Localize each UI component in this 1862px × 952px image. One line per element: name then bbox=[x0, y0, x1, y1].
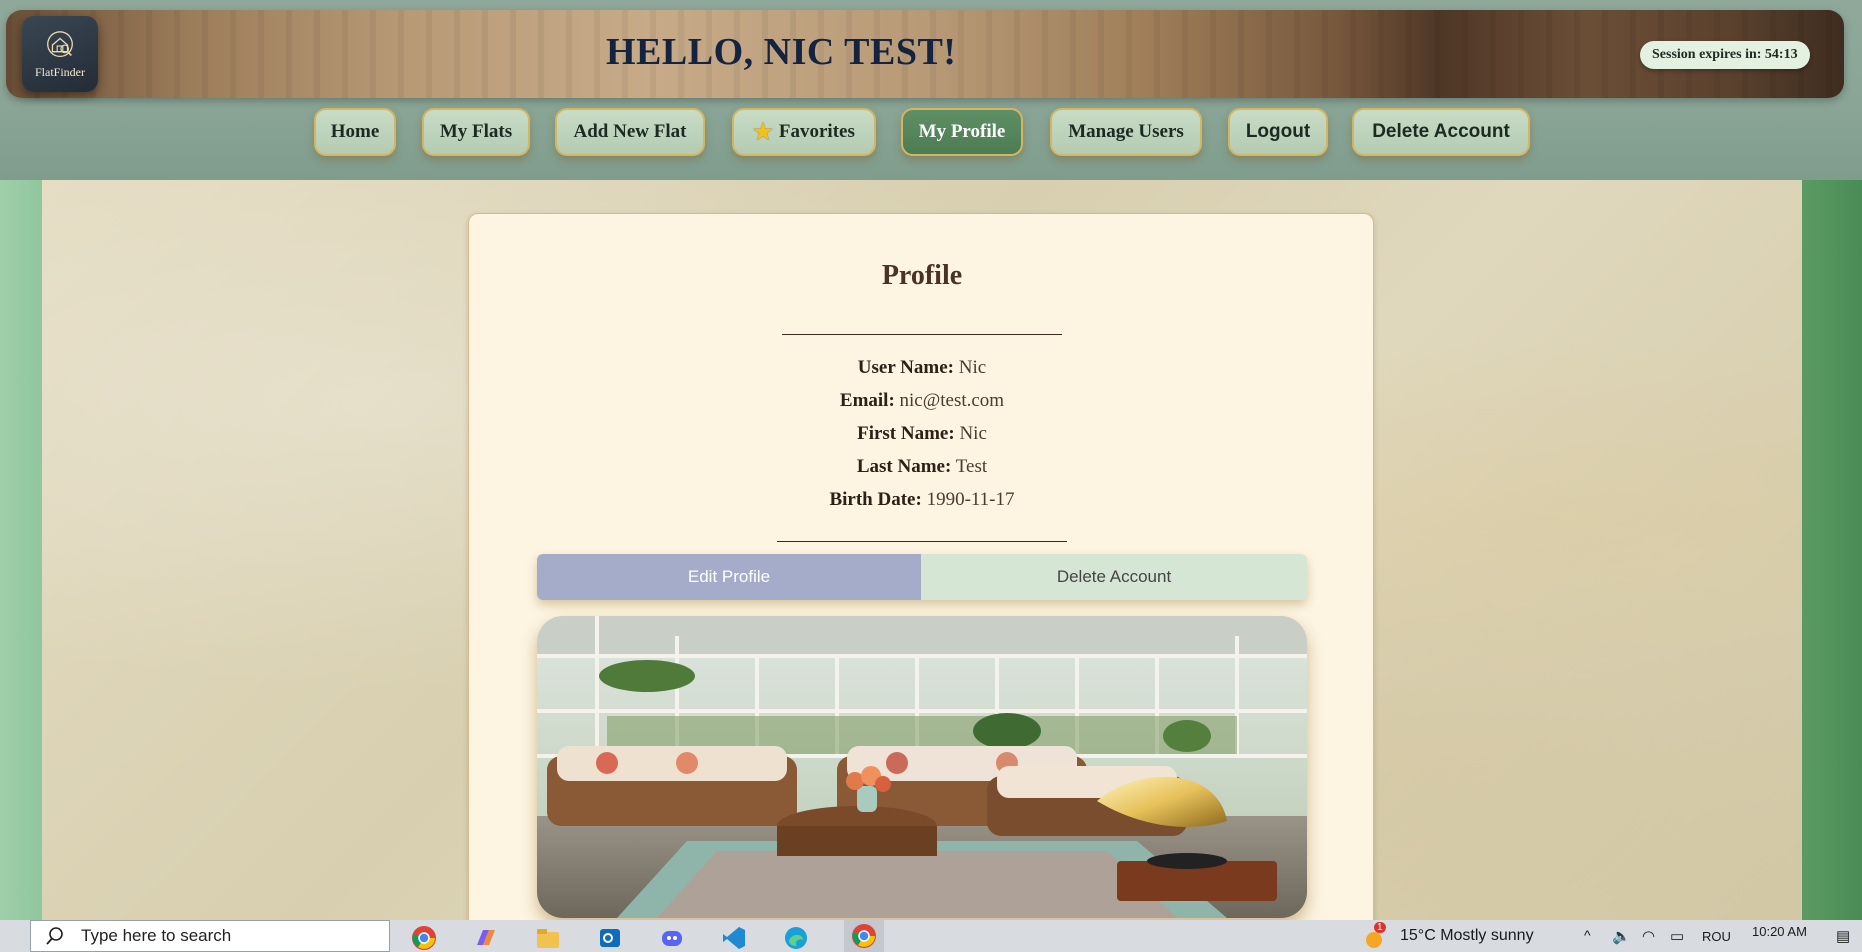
logo-text: FlatFinder bbox=[35, 64, 85, 79]
windows-taskbar: 1 15°C Mostly sunny ^ 🔈 ◠ ▭ ROU 10:20 AM… bbox=[0, 920, 1862, 952]
last-name-value: Test bbox=[955, 456, 988, 477]
username-value: Nic bbox=[958, 357, 987, 378]
language-indicator[interactable]: ROU bbox=[1702, 929, 1731, 944]
nav-manage-users-button[interactable]: Manage Users bbox=[1050, 108, 1202, 156]
file-explorer-icon[interactable] bbox=[534, 924, 562, 952]
birth-date-value: 1990-11-17 bbox=[926, 489, 1015, 510]
title-divider bbox=[782, 334, 1062, 335]
weather-badge: 1 bbox=[1374, 922, 1386, 933]
first-name-value: Nic bbox=[959, 423, 987, 444]
volume-icon[interactable]: 🔈 bbox=[1612, 927, 1631, 945]
star-icon: ★ bbox=[753, 119, 773, 144]
nav-logout-label: Logout bbox=[1245, 121, 1311, 142]
flatfinder-logo[interactable]: FlatFinder bbox=[22, 16, 98, 92]
nav-logout-button[interactable]: Logout bbox=[1228, 108, 1328, 156]
last-name-label: Last Name: bbox=[856, 456, 952, 477]
vscode-icon[interactable] bbox=[720, 924, 748, 952]
nav-home-label: Home bbox=[330, 121, 380, 142]
greeting-heading: HELLO, NIC TEST! bbox=[606, 31, 957, 73]
nav-favorites-label: Favorites bbox=[778, 121, 855, 142]
discord-icon[interactable] bbox=[658, 924, 686, 952]
profile-actions: Edit Profile Delete Account bbox=[537, 554, 1307, 600]
nav-my-flats-button[interactable]: My Flats bbox=[422, 108, 530, 156]
weather-text[interactable]: 15°C Mostly sunny bbox=[1400, 927, 1534, 945]
taskbar-search[interactable] bbox=[30, 920, 390, 952]
notifications-icon[interactable]: ▤ bbox=[1836, 927, 1850, 945]
edge-icon[interactable] bbox=[782, 924, 810, 952]
start-button[interactable] bbox=[0, 920, 30, 952]
delete-account-button[interactable]: Delete Account bbox=[921, 554, 1307, 600]
email-value: nic@test.com bbox=[899, 390, 1005, 411]
network-icon[interactable]: ◠ bbox=[1642, 927, 1655, 945]
battery-icon[interactable]: ▭ bbox=[1670, 927, 1684, 945]
outlook-icon[interactable] bbox=[596, 924, 624, 952]
profile-field-first-name: First Name: Nic bbox=[469, 423, 1375, 445]
first-name-label: First Name: bbox=[857, 423, 955, 444]
profile-field-last-name: Last Name: Test bbox=[469, 456, 1375, 478]
profile-title: Profile bbox=[881, 260, 963, 291]
sunroom-image bbox=[537, 616, 1307, 918]
chevron-up-icon[interactable]: ^ bbox=[1584, 927, 1591, 943]
nav-my-profile-label: My Profile bbox=[918, 121, 1006, 142]
nav-add-new-flat-label: Add New Flat bbox=[573, 121, 687, 142]
username-label: User Name: bbox=[857, 357, 954, 378]
email-label: Email: bbox=[839, 390, 895, 411]
session-timer-badge: Session expires in: 54:13 bbox=[1640, 41, 1810, 69]
clock-time[interactable]: 10:20 AM bbox=[1752, 924, 1807, 939]
copilot-icon[interactable] bbox=[472, 924, 500, 952]
nav-manage-users-label: Manage Users bbox=[1068, 121, 1184, 142]
sunroom-illustration bbox=[537, 616, 1307, 918]
nav-my-profile-button[interactable]: My Profile bbox=[901, 108, 1023, 156]
profile-field-username: User Name: Nic bbox=[469, 357, 1375, 379]
fields-divider bbox=[777, 541, 1067, 542]
nav-delete-account-button[interactable]: Delete Account bbox=[1352, 108, 1530, 156]
nav-my-flats-label: My Flats bbox=[439, 121, 513, 142]
nav-home-button[interactable]: Home bbox=[314, 108, 396, 156]
edit-profile-button[interactable]: Edit Profile bbox=[537, 554, 921, 600]
nav-delete-account-label: Delete Account bbox=[1372, 121, 1510, 142]
top-bar: FlatFinder HELLO, NIC TEST! Session expi… bbox=[0, 0, 1862, 180]
house-magnifier-icon bbox=[47, 30, 73, 57]
search-input[interactable] bbox=[81, 921, 381, 951]
profile-field-birth-date: Birth Date: 1990-11-17 bbox=[469, 489, 1375, 511]
profile-field-email: Email: nic@test.com bbox=[469, 390, 1375, 412]
nav-favorites-button[interactable]: ★ Favorites bbox=[732, 108, 876, 156]
chrome-icon[interactable] bbox=[410, 924, 438, 952]
nav-add-new-flat-button[interactable]: Add New Flat bbox=[555, 108, 705, 156]
chrome-active-icon[interactable] bbox=[844, 920, 884, 952]
birth-date-label: Birth Date: bbox=[829, 489, 922, 510]
search-icon bbox=[46, 927, 63, 945]
profile-card: Profile User Name: Nic Email: nic@test.c… bbox=[468, 213, 1374, 933]
